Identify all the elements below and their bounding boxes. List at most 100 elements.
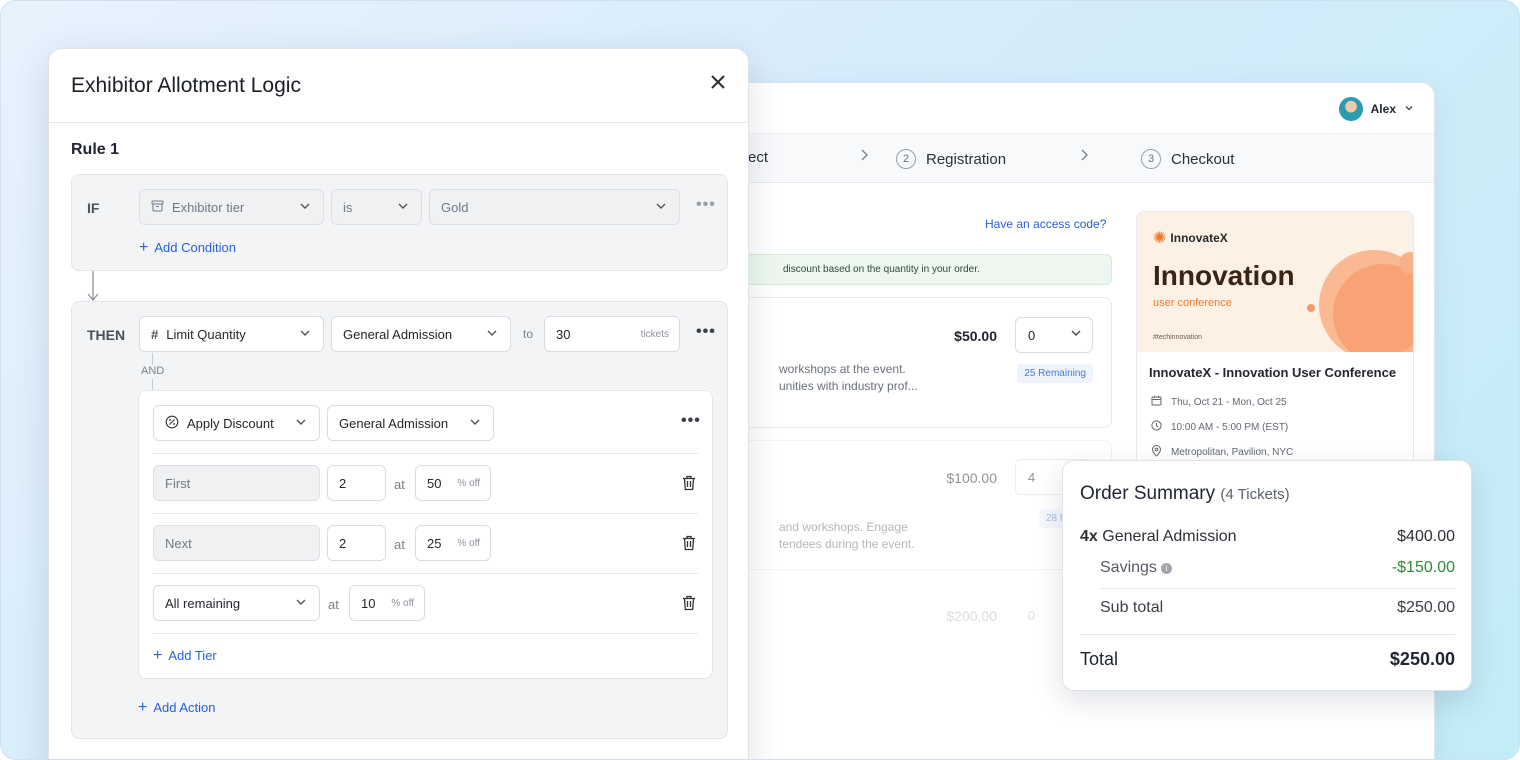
event-location-text: Metropolitan, Pavilion, NYC xyxy=(1171,447,1294,458)
value-select[interactable]: Gold xyxy=(429,189,680,225)
discount-notice: discount based on the quantity in your o… xyxy=(732,254,1112,285)
add-condition-button[interactable]: + Add Condition xyxy=(139,238,237,256)
sun-icon: ✺ xyxy=(1153,230,1167,247)
step-number: 3 xyxy=(1141,149,1161,169)
divider xyxy=(153,573,698,574)
select-value: All remaining xyxy=(165,595,241,611)
ticket-type-select[interactable]: General Admission xyxy=(331,316,511,352)
tier-count-input[interactable]: 2 xyxy=(327,525,386,561)
connector-line xyxy=(152,353,153,365)
and-label: AND xyxy=(141,365,165,377)
more-options-icon[interactable]: ••• xyxy=(696,196,716,214)
step-checkout[interactable]: 3 Checkout xyxy=(1141,149,1234,169)
quantity-value: 0 xyxy=(1028,328,1036,343)
ticket-card: $200.00 0 xyxy=(732,579,1112,649)
calendar-icon xyxy=(1149,395,1163,409)
more-options-icon[interactable]: ••• xyxy=(696,323,716,341)
at-label: at xyxy=(328,597,339,612)
ticket-description-line: workshops at the event. xyxy=(779,362,906,376)
operator-select[interactable]: is xyxy=(331,189,422,225)
then-keyword: THEN xyxy=(87,327,126,343)
chevron-down-icon xyxy=(1070,327,1082,342)
divider xyxy=(1080,634,1455,635)
trash-icon[interactable] xyxy=(682,595,696,611)
input-value: 30 xyxy=(556,326,571,342)
event-location: Metropolitan, Pavilion, NYC xyxy=(1149,445,1293,460)
action-select[interactable]: # Limit Quantity xyxy=(139,316,324,352)
checkout-steps: ect 2 Registration 3 Checkout xyxy=(702,133,1434,183)
savings-amount: -$150.00 xyxy=(1391,559,1455,576)
archive-icon xyxy=(151,200,164,215)
step-number: 2 xyxy=(896,149,916,169)
chevron-right-icon xyxy=(1079,147,1089,168)
summary-title-text: Order Summary xyxy=(1080,483,1216,504)
step-select[interactable]: ect xyxy=(748,149,768,166)
step-label: Checkout xyxy=(1171,150,1235,168)
rule-label: Rule 1 xyxy=(71,141,120,158)
allotment-logic-modal: Exhibitor Allotment Logic Rule 1 IF Exhi… xyxy=(48,48,749,759)
close-icon[interactable] xyxy=(710,71,726,95)
ticket-description-line: tendees during the event. xyxy=(779,537,915,551)
quantity-select[interactable]: 0 xyxy=(1015,317,1093,353)
add-action-button[interactable]: + Add Action xyxy=(138,698,216,716)
input-unit: % off xyxy=(457,478,480,489)
quantity-input[interactable]: 30 tickets xyxy=(544,316,680,352)
add-tier-button[interactable]: + Add Tier xyxy=(153,647,217,663)
banner-title: Innovation xyxy=(1153,260,1295,291)
banner-hashtag: #techinnovation xyxy=(1153,334,1203,341)
at-label: at xyxy=(394,537,405,552)
canvas: Alex ect 2 Registration 3 Checkout Have … xyxy=(0,0,1520,760)
access-code-link[interactable]: Have an access code? xyxy=(985,217,1106,231)
chevron-right-icon xyxy=(859,147,869,168)
event-date-text: Thu, Oct 21 - Mon, Oct 25 xyxy=(1171,396,1287,408)
divider xyxy=(153,453,698,454)
ticket-count: (4 Tickets) xyxy=(1220,486,1290,503)
plus-icon: + xyxy=(138,698,148,716)
step-registration[interactable]: 2 Registration xyxy=(896,149,1006,169)
chevron-down-icon xyxy=(1404,103,1414,116)
select-value: Limit Quantity xyxy=(166,326,246,342)
chevron-down-icon xyxy=(487,330,497,336)
plus-icon: + xyxy=(139,238,149,256)
if-keyword: IF xyxy=(87,200,100,216)
add-condition-label: Add Condition xyxy=(154,240,237,255)
tier-percent-input[interactable]: 50 % off xyxy=(415,465,491,501)
info-icon[interactable]: i xyxy=(1160,563,1172,574)
select-value: General Admission xyxy=(343,326,453,342)
total-amount: $250.00 xyxy=(1389,649,1455,669)
trash-icon[interactable] xyxy=(682,535,696,551)
total-label: Total xyxy=(1080,649,1119,669)
field-value: First xyxy=(165,475,191,491)
ticket-price: $200.00 xyxy=(946,608,997,624)
brand-logo: ✺ InnovateX xyxy=(1153,228,1228,248)
exhibitor-tier-select[interactable]: Exhibitor tier xyxy=(139,189,324,225)
chevron-down-icon xyxy=(300,330,310,336)
subtotal-label: Sub total xyxy=(1100,599,1164,616)
at-label: at xyxy=(394,477,405,492)
ticket-price: $50.00 xyxy=(954,328,997,344)
avatar xyxy=(1338,97,1363,121)
trash-icon[interactable] xyxy=(682,475,696,491)
event-time: 10:00 AM - 5:00 PM (EST) xyxy=(1149,420,1288,434)
divider xyxy=(153,513,698,514)
total-row: Total $250.00 xyxy=(1080,649,1455,670)
tier-percent-input[interactable]: 25 % off xyxy=(415,525,491,561)
step-label: ect xyxy=(748,149,769,166)
brand-name: InnovateX xyxy=(1170,231,1228,245)
clock-icon xyxy=(1149,420,1163,434)
discount-ticket-type-select[interactable]: General Admission xyxy=(327,405,494,441)
user-menu[interactable]: Alex xyxy=(1338,97,1414,121)
tier-percent-input[interactable]: 10 % off xyxy=(349,585,425,621)
step-label: Registration xyxy=(926,150,1007,168)
summary-title: Order Summary (4 Tickets) xyxy=(1080,483,1290,505)
event-title: InnovateX - Innovation User Conference xyxy=(1149,365,1397,380)
to-label: to xyxy=(523,327,534,341)
more-options-icon[interactable]: ••• xyxy=(681,412,701,430)
modal-title: Exhibitor Allotment Logic xyxy=(71,74,301,97)
tier-scope-select[interactable]: All remaining xyxy=(153,585,320,621)
tier-count-input[interactable]: 2 xyxy=(327,465,386,501)
discount-action-select[interactable]: Apply Discount xyxy=(153,405,320,441)
quantity-value[interactable]: 0 xyxy=(1028,608,1035,623)
input-unit: % off xyxy=(457,538,480,549)
remaining-badge: 25 Remaining xyxy=(1017,364,1093,383)
